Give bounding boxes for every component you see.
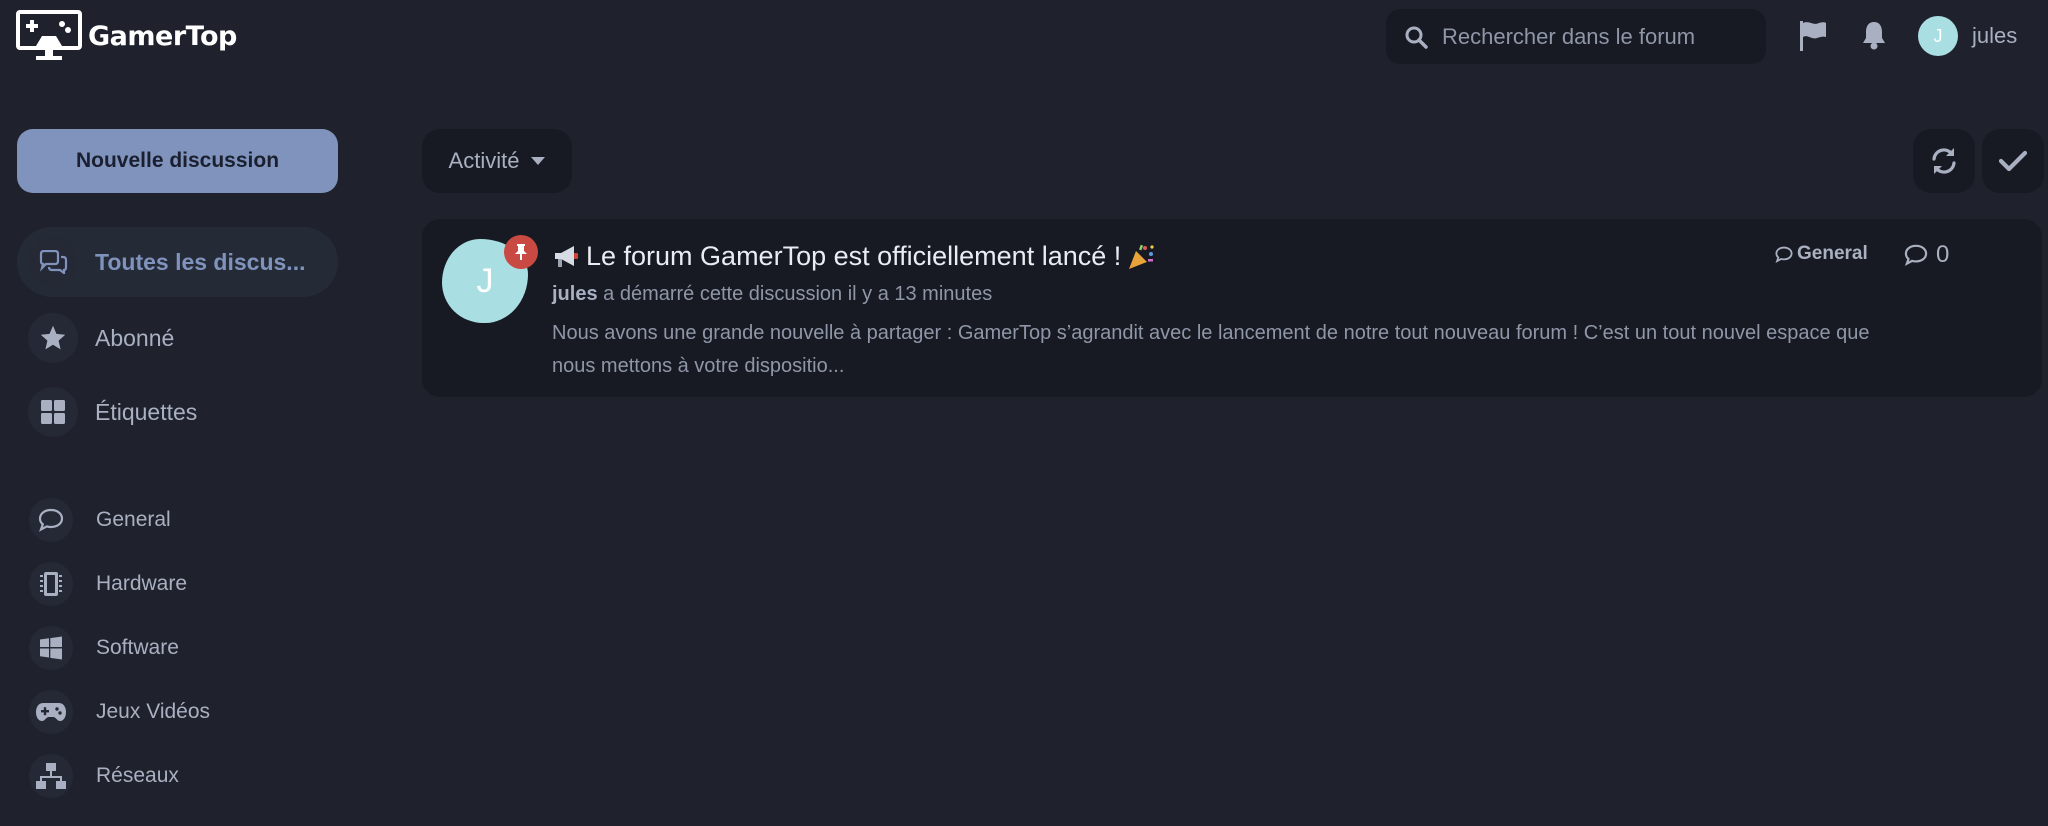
flags-button[interactable]: [1799, 20, 1827, 57]
avatar: J: [1918, 16, 1958, 56]
discussion-title[interactable]: Le forum GamerTop est officiellement lan…: [552, 241, 1155, 272]
grid-icon: [28, 387, 78, 437]
party-popper-icon: [1129, 244, 1154, 269]
nav-following[interactable]: Abonné: [17, 303, 338, 373]
star-icon: [28, 313, 78, 363]
comment-icon: [1904, 244, 1928, 266]
megaphone-icon: [555, 245, 578, 267]
nav-tags[interactable]: Étiquettes: [17, 377, 338, 447]
tag-item-general[interactable]: General: [17, 494, 338, 546]
search-box[interactable]: [1386, 9, 1766, 64]
search-icon: [1405, 26, 1428, 49]
tag-label: Software: [96, 636, 179, 659]
gamepad-icon: [29, 690, 73, 734]
comment-icon: [1775, 246, 1793, 263]
tag-item-games[interactable]: Jeux Vidéos: [17, 686, 338, 738]
comment-icon: [29, 498, 73, 542]
tag-label: Jeux Vidéos: [96, 700, 211, 723]
check-icon: [1999, 150, 2027, 172]
app-name: GamerTop: [88, 20, 237, 52]
user-menu[interactable]: J jules: [1918, 16, 2017, 56]
new-discussion-button[interactable]: Nouvelle discussion: [17, 129, 338, 193]
memory-icon: [29, 562, 73, 606]
tag-label: General: [96, 508, 171, 531]
nav-label: Toutes les discus...: [95, 248, 306, 275]
user-name: jules: [1972, 23, 2018, 48]
pinned-badge: [504, 235, 538, 269]
windows-icon: [29, 626, 73, 670]
tag-label: General: [1797, 243, 1868, 264]
reply-count: 0: [1904, 241, 1949, 269]
tag-label: Hardware: [96, 572, 188, 595]
flag-icon: [1800, 21, 1826, 51]
pin-icon: [515, 244, 527, 260]
nav-all-discussions[interactable]: Toutes les discus...: [17, 227, 338, 297]
discussion-card[interactable]: J Le forum GamerTop est officiellement l…: [422, 219, 2042, 397]
search-input[interactable]: [1442, 23, 1742, 50]
discussion-excerpt: Nous avons une grande nouvelle à partage…: [552, 322, 1870, 377]
author-name[interactable]: jules: [552, 283, 598, 305]
tag-item-hardware[interactable]: Hardware: [17, 558, 338, 610]
discussion-title-text: Le forum GamerTop est officiellement lan…: [586, 241, 1122, 271]
nav-label: Abonné: [95, 324, 175, 351]
caret-down-icon: [531, 156, 546, 165]
tag-item-networks[interactable]: Réseaux: [17, 750, 338, 802]
header: GamerTop J jules: [0, 0, 2048, 74]
sort-dropdown[interactable]: Activité: [422, 129, 572, 193]
logo[interactable]: GamerTop: [16, 10, 237, 62]
gamer-monitor-icon: [16, 10, 82, 60]
tag-item-software[interactable]: Software: [17, 622, 338, 674]
network-icon: [29, 754, 73, 798]
refresh-icon: [1932, 148, 1956, 174]
refresh-button[interactable]: [1913, 129, 1975, 193]
discussion-tag[interactable]: General: [1775, 243, 1868, 265]
reply-count-value: 0: [1936, 241, 1950, 268]
bell-icon: [1863, 22, 1885, 50]
comments-icon: [28, 237, 78, 287]
sort-label: Activité: [448, 148, 520, 173]
notifications-button[interactable]: [1861, 20, 1887, 55]
mark-all-read-button[interactable]: [1982, 129, 2044, 193]
tag-label: Réseaux: [96, 764, 179, 787]
discussion-meta: jules a démarré cette discussion il y a …: [552, 283, 992, 306]
meta-text: a démarré cette discussion il y a 13 min…: [603, 283, 993, 305]
nav-label: Étiquettes: [95, 398, 198, 425]
